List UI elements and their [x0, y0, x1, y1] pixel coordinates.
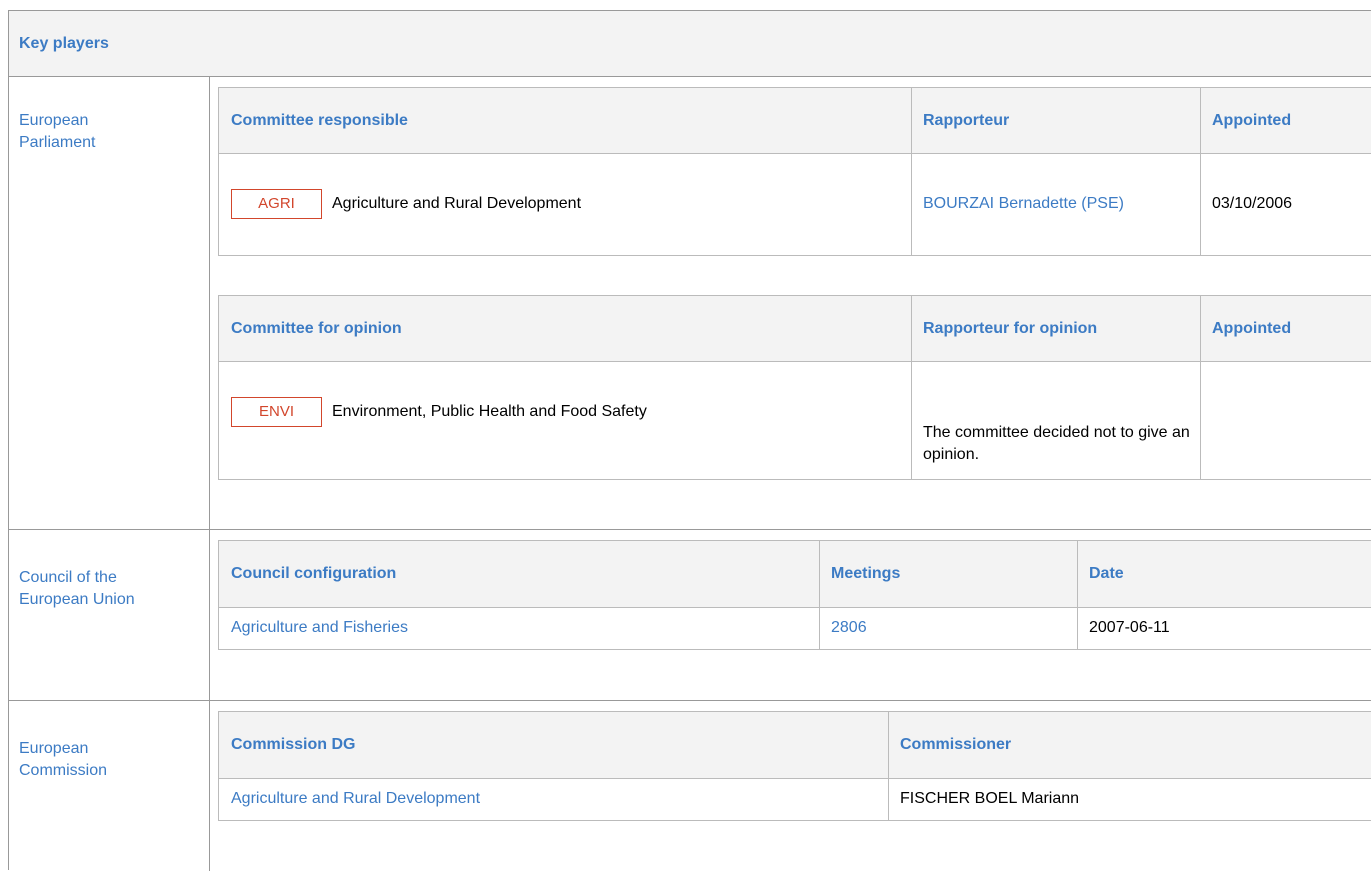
opinion-committee-table: Committee for opinion Rapporteur for opi… — [218, 295, 1371, 480]
committee-name: Agriculture and Rural Development — [332, 195, 582, 212]
rapporteur-link[interactable]: BOURZAI Bernadette (PSE) — [923, 195, 1124, 213]
header-opinion-appointed: Appointed — [1212, 320, 1292, 337]
appointed-date: 03/10/2006 — [1212, 195, 1293, 212]
council-label-cell: Council of the European Union — [9, 530, 210, 700]
commission-label[interactable]: European Commission — [19, 738, 159, 782]
responsible-table-header: Committee responsible Rapporteur Appoint… — [219, 88, 1371, 154]
opinion-table-header: Committee for opinion Rapporteur for opi… — [219, 296, 1371, 362]
commission-dg-link[interactable]: Agriculture and Rural Development — [231, 790, 480, 808]
key-players-header: Key players — [9, 11, 1371, 77]
council-date: 2007-06-11 — [1089, 619, 1170, 636]
header-commissioner: Commissioner — [900, 736, 1012, 753]
opinion-committee-name: Environment, Public Health and Food Safe… — [332, 403, 647, 420]
header-committee-for-opinion: Committee for opinion — [231, 320, 402, 337]
commission-label-cell: European Commission — [9, 701, 210, 871]
parliament-label-cell: European Parliament — [9, 77, 210, 529]
key-players-panel: Key players European Parliament Committe… — [8, 10, 1371, 871]
committee-tag-agri[interactable]: AGRI — [231, 189, 322, 219]
opinion-rapporteur-note: The committee decided not to give an opi… — [923, 424, 1190, 463]
committee-tag-envi[interactable]: ENVI — [231, 397, 322, 427]
header-appointed: Appointed — [1212, 112, 1292, 129]
council-section: Council of the European Union Council co… — [9, 530, 1371, 701]
parliament-section: European Parliament Committee responsibl… — [9, 77, 1371, 530]
parliament-label[interactable]: European Parliament — [19, 110, 169, 154]
council-table: Council configuration Meetings Date Agri… — [218, 540, 1371, 650]
commission-table: Commission DG Commissioner Agriculture a… — [218, 711, 1371, 821]
commission-section: European Commission Commission DG Commis… — [9, 701, 1371, 871]
header-rapporteur-for-opinion: Rapporteur for opinion — [923, 320, 1098, 337]
council-table-header: Council configuration Meetings Date — [219, 541, 1371, 608]
header-meetings: Meetings — [831, 565, 901, 582]
council-configuration-link[interactable]: Agriculture and Fisheries — [231, 619, 408, 637]
header-commission-dg: Commission DG — [231, 736, 356, 753]
responsible-committee-table: Committee responsible Rapporteur Appoint… — [218, 87, 1371, 256]
header-rapporteur: Rapporteur — [923, 112, 1010, 129]
meeting-link[interactable]: 2806 — [831, 619, 867, 637]
header-committee-responsible: Committee responsible — [231, 112, 408, 129]
header-date: Date — [1089, 565, 1124, 582]
council-label[interactable]: Council of the European Union — [19, 567, 179, 611]
header-council-configuration: Council configuration — [231, 565, 397, 582]
key-players-title: Key players — [19, 35, 109, 52]
commission-table-header: Commission DG Commissioner — [219, 712, 1371, 779]
commissioner-name: FISCHER BOEL Mariann — [900, 790, 1080, 807]
